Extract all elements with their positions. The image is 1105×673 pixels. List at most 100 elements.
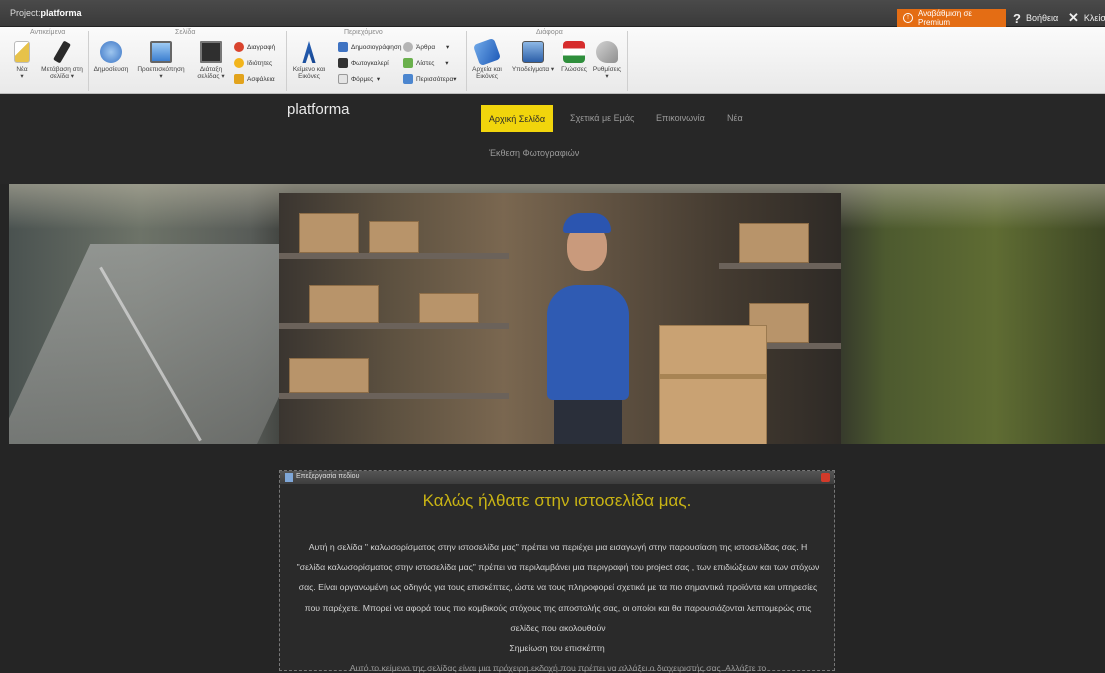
nav-contact[interactable]: Επικοινωνία: [656, 113, 705, 123]
app-titlebar: Project:platforma ↑ Αναβάθμιση σε Premiu…: [0, 0, 1105, 27]
settings-label: Ρυθμίσεις: [592, 66, 622, 73]
visitor-note-text: Αυτό το κείμενο της σελίδας είναι μια πρ…: [349, 663, 767, 673]
text-images-label: Κείμενο και Εικόνες: [292, 66, 326, 80]
nav-home[interactable]: Αρχική Σελίδα: [481, 105, 553, 132]
goto-page-button[interactable]: Μετάβαση στη σελίδα ▾: [40, 40, 84, 80]
group-title-objects: Αντικείμενα: [30, 29, 66, 36]
nav-news[interactable]: Νέα: [727, 113, 743, 123]
close-icon: ✕: [1068, 10, 1079, 25]
group-title-misc: Διάφορα: [536, 29, 563, 36]
edit-field-icon: [285, 473, 293, 482]
box-tape: [660, 374, 766, 379]
preview-label: Προεπισκόπηση: [137, 66, 185, 73]
shelf-box: [419, 293, 479, 323]
articles-label: Άρθρα: [416, 43, 436, 51]
publish-globe-icon: [100, 41, 122, 63]
upgrade-icon: ↑: [903, 13, 913, 23]
text-icon: [302, 41, 316, 63]
site-header: platforma Αρχική Σελίδα Σχετικά με Εμάς …: [0, 94, 1105, 184]
ribbon-separator: [286, 31, 287, 91]
more-label: Περισσότερα: [416, 75, 454, 83]
layout-label: Διάταξη σελίδας: [197, 66, 223, 80]
layout-icon: [200, 41, 222, 63]
preview-button[interactable]: Προεπισκόπηση ▾: [136, 41, 186, 80]
question-icon: ?: [1013, 10, 1021, 26]
flags-icon: [563, 41, 585, 63]
publish-button[interactable]: Δημοσίευση: [92, 41, 130, 73]
text-images-button[interactable]: Κείμενο και Εικόνες: [290, 41, 328, 80]
nav-gallery[interactable]: Έκθεση Φωτογραφιών: [489, 148, 579, 158]
group-title-page: Σελίδα: [175, 29, 196, 36]
premium-label: Αναβάθμιση σε Premium: [917, 9, 972, 27]
welcome-heading: Καλώς ήλθατε στην ιστοσελίδα μας.: [422, 491, 692, 510]
person-shirt: [547, 285, 629, 400]
help-label: Βοήθεια: [1025, 13, 1059, 23]
person-legs: [554, 393, 622, 444]
blog-button[interactable]: Δημοσιογράφηση: [338, 42, 402, 52]
welcome-paragraph: Αυτή η σελίδα " καλωσορίσματος στην ιστο…: [296, 542, 820, 633]
shelf-box: [739, 223, 809, 263]
project-prefix: Project:: [10, 8, 41, 18]
edit-field-close-icon[interactable]: [821, 473, 830, 482]
shelf: [279, 253, 509, 259]
ribbon-separator: [627, 31, 628, 91]
shelf: [279, 323, 509, 329]
lists-icon: [403, 58, 413, 68]
new-button[interactable]: Νέα ▾: [10, 41, 34, 80]
ribbon-separator: [88, 31, 89, 91]
edit-field-bar[interactable]: Επεξεργασία πεδίου: [280, 471, 834, 484]
help-button[interactable]: ? Βοήθεια: [1013, 9, 1058, 27]
blog-icon: [338, 42, 348, 52]
project-name: platforma: [40, 8, 82, 18]
templates-button[interactable]: Υποδείγματα ▾: [508, 41, 558, 73]
publish-label: Δημοσίευση: [93, 66, 129, 73]
new-label: Νέα: [16, 66, 28, 73]
blog-label: Δημοσιογράφηση: [351, 43, 402, 51]
shelf-box: [309, 285, 379, 323]
files-images-label: Αρχεία και Εικόνες: [472, 66, 502, 80]
properties-icon: [234, 58, 244, 68]
hero-banner: [9, 184, 1105, 444]
security-label: Ασφάλεια: [247, 75, 275, 83]
shelf-box: [369, 221, 419, 253]
shelf-box: [299, 213, 359, 253]
settings-button[interactable]: Ρυθμίσεις ▾: [592, 41, 622, 80]
monitor-icon: [150, 41, 172, 63]
files-icon: [472, 37, 502, 67]
nav-about[interactable]: Σχετικά με Εμάς: [570, 113, 634, 123]
lock-icon: [234, 74, 244, 84]
close-button[interactable]: ✕ Κλείσιμο: [1068, 9, 1105, 27]
edit-field-label: Επεξεργασία πεδίου: [296, 473, 360, 480]
layout-button[interactable]: Διάταξη σελίδας ▾: [194, 41, 228, 80]
form-icon: [338, 74, 348, 84]
forms-button[interactable]: Φόρμες ▾: [338, 74, 380, 84]
new-document-icon: [14, 41, 30, 63]
delete-button[interactable]: Διαγραφή: [234, 42, 275, 52]
person-cap: [563, 213, 611, 233]
forms-label: Φόρμες: [351, 75, 374, 83]
upgrade-premium-button[interactable]: ↑ Αναβάθμιση σε Premium: [897, 9, 1006, 27]
ribbon-separator: [466, 31, 467, 91]
shelf: [719, 263, 841, 269]
files-images-button[interactable]: Αρχεία και Εικόνες: [470, 37, 504, 80]
more-button[interactable]: Περισσότερα ▾: [403, 74, 456, 84]
project-title: Project:platforma: [10, 8, 82, 18]
editable-content-block[interactable]: Επεξεργασία πεδίου Καλώς ήλθατε στην ιστ…: [279, 470, 835, 673]
shelf: [279, 393, 509, 399]
lists-button[interactable]: Λίστες ▾: [403, 58, 449, 68]
group-title-content: Περιεχόμενο: [344, 29, 383, 36]
delete-label: Διαγραφή: [247, 43, 276, 51]
site-logo[interactable]: platforma: [287, 101, 350, 118]
properties-button[interactable]: Ιδιότητες: [234, 58, 272, 68]
security-button[interactable]: Ασφάλεια: [234, 74, 275, 84]
lists-label: Λίστες: [416, 59, 435, 67]
templates-label: Υποδείγματα: [511, 66, 550, 73]
hero-warehouse-photo: [279, 193, 841, 444]
delete-icon: [234, 42, 244, 52]
languages-label: Γλώσσες: [561, 66, 587, 73]
languages-button[interactable]: Γλώσσες: [560, 41, 588, 73]
gallery-button[interactable]: Φωτογκαλερί: [338, 58, 389, 68]
goto-page-label: Μετάβαση στη σελίδα: [41, 66, 83, 80]
visitor-note-title: Σημείωση του επισκέπτη: [509, 643, 605, 653]
articles-button[interactable]: Άρθρα ▾: [403, 42, 449, 52]
